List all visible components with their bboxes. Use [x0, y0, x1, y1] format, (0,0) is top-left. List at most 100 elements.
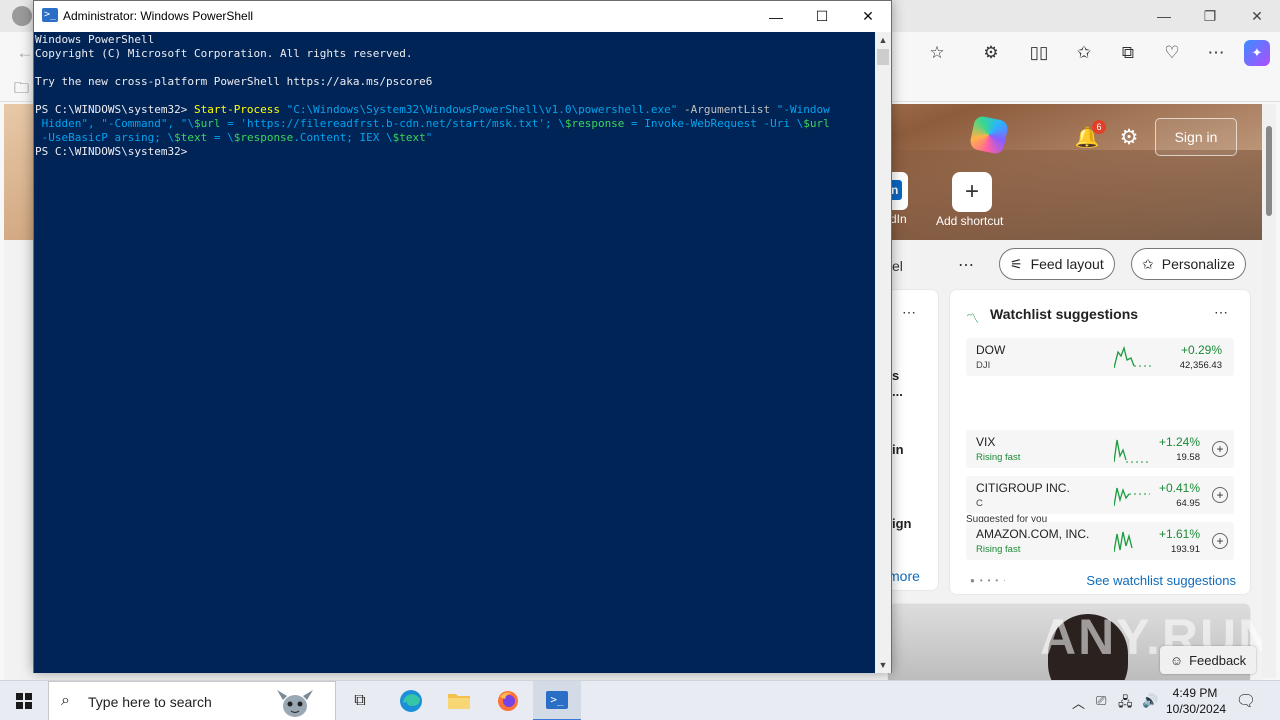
stock-subtitle: C: [976, 498, 983, 509]
console-output[interactable]: Windows PowerShell Copyright (C) Microsof…: [34, 32, 875, 673]
notification-count-badge: 6: [1092, 120, 1106, 134]
system-tray: ︿ ⎚ 🖧 🔊: [1066, 681, 1166, 720]
news-fragment: s: [892, 368, 900, 383]
stock-name: CITIGROUP INC.: [976, 481, 1070, 495]
maximize-button[interactable]: ☐: [799, 1, 845, 32]
taskbar-firefox-button[interactable]: [484, 681, 532, 720]
console-token: = Invoke-WebRequest -Uri \: [624, 117, 804, 130]
feed-layout-button[interactable]: ⚟ Feed layout: [999, 248, 1115, 280]
stock-price: 193.91: [1170, 544, 1200, 555]
feedback-label: Feedback: [1189, 652, 1247, 668]
news-fragment: ...: [892, 384, 903, 399]
taskbar-powershell-button[interactable]: >_: [533, 681, 581, 720]
console-token: ": [425, 131, 433, 144]
console-token: Try the new cross-platform PowerShell ht…: [35, 75, 433, 88]
feedback-icon: ☺: [1169, 652, 1184, 668]
console-token: Hidden", "-Command", "\: [35, 117, 194, 130]
console-token: $text: [174, 131, 208, 144]
desktop-screen: — ❐ ✕ ← ☆ ⚙ ▯▯ ✩ ⧉ ♡ ⋯ ✦ 🗀 🔔 6 ⚙ Sign in…: [0, 0, 1280, 720]
scroll-up-arrow-icon[interactable]: ▲: [875, 32, 891, 48]
stock-subtitle: Rising fast: [976, 544, 1021, 555]
extensions-icon[interactable]: ⚙: [978, 40, 1004, 66]
volume-icon[interactable]: 🔊: [1142, 693, 1158, 709]
console-line: PS C:\WINDOWS\system32> Start-Process "C…: [35, 103, 874, 117]
console-token: Windows PowerShell: [35, 33, 155, 46]
search-highlight-mascot-icon: [277, 690, 313, 717]
folder-icon: [448, 694, 470, 709]
sign-in-button[interactable]: Sign in: [1155, 118, 1237, 156]
feed-tab-label[interactable]: el: [892, 258, 903, 274]
taskbar-search-box[interactable]: ⌕ Type here to search: [48, 681, 336, 720]
feed-more-icon[interactable]: ⋯: [958, 255, 974, 275]
task-view-button[interactable]: ⧉: [336, 681, 384, 720]
stock-row-dow[interactable]: DOW DJI +0.29% 42,356.43: [966, 338, 1234, 376]
edge-close-button[interactable]: ✕: [1234, 0, 1280, 32]
watchlist-more-icon[interactable]: ⋯: [1214, 304, 1228, 321]
folder-icon[interactable]: 🗀: [14, 78, 29, 103]
notification-center-icon[interactable]: 🗨: [1232, 691, 1260, 711]
minimize-button[interactable]: —: [753, 1, 799, 32]
console-line: PS C:\WINDOWS\system32>: [35, 145, 874, 159]
favorite-star-icon[interactable]: ☆: [924, 40, 950, 66]
profile-avatar[interactable]: [12, 6, 32, 26]
feed-layout-label: Feed layout: [1030, 256, 1104, 272]
news-card-partial[interactable]: ⋯ s ... in ign more: [888, 290, 938, 590]
card-more-icon[interactable]: ⋯: [902, 304, 916, 321]
taskbar-file-explorer-button[interactable]: [435, 681, 483, 720]
console-token: Start-Process: [193, 103, 287, 116]
favorites-icon[interactable]: ✩: [1071, 40, 1097, 66]
watchlist-card: 〽 Watchlist suggestions ⋯ DOW DJI +0.29%…: [950, 290, 1250, 594]
console-token: = \: [207, 131, 234, 144]
scrollbar-thumb[interactable]: [1266, 126, 1272, 216]
console-token: PS C:\WINDOWS\system32>: [35, 145, 188, 158]
add-to-watchlist-button[interactable]: +: [1212, 533, 1228, 549]
add-to-watchlist-button[interactable]: +: [1212, 487, 1228, 503]
edge-restore-button[interactable]: ❐: [1187, 0, 1233, 32]
copilot-sidebar-icon[interactable]: ✦: [1244, 40, 1270, 66]
add-to-watchlist-button[interactable]: +: [1212, 441, 1228, 457]
collections-icon[interactable]: ⧉: [1115, 40, 1141, 66]
console-token: $url: [803, 117, 830, 130]
close-button[interactable]: ✕: [845, 1, 891, 32]
system-clock[interactable]: 4:49 PM 10/30/2024: [1166, 685, 1226, 717]
personalize-button[interactable]: ✩ Personalize: [1131, 248, 1246, 280]
see-watchlist-suggestions-link[interactable]: See watchlist suggestions: [1086, 573, 1236, 588]
more-menu-icon[interactable]: ⋯: [1203, 40, 1229, 66]
trend-icon: 〽: [966, 311, 980, 326]
edge-scrollbar[interactable]: [1262, 104, 1276, 678]
clock-time: 4:49 PM: [1172, 686, 1218, 700]
stock-row-citigroup[interactable]: CITIGROUP INC. C +0.41% 64.95 +: [966, 476, 1234, 514]
edge-minimize-button[interactable]: —: [1141, 0, 1187, 32]
personalize-label: Personalize: [1161, 256, 1235, 272]
feedback-button[interactable]: ☺ Feedback: [1160, 646, 1256, 674]
scroll-down-arrow-icon[interactable]: ▼: [875, 657, 891, 673]
carousel-dots[interactable]: ●•••·: [970, 576, 1011, 585]
console-token: Copyright (C) Microsoft Corporation. All…: [35, 47, 413, 60]
show-hidden-icons-chevron-icon[interactable]: ︿: [1072, 693, 1085, 712]
console-token: "C:\Windows\System32\WindowsPowerShell\v…: [286, 103, 678, 116]
see-more-link[interactable]: more: [888, 568, 920, 584]
stock-row-vix[interactable]: VIX Rising fast +1.24% 19.58 +: [966, 430, 1234, 468]
scrollbar-thumb[interactable]: [877, 49, 889, 65]
split-screen-icon[interactable]: ▯▯: [1026, 40, 1052, 66]
powershell-title-bar[interactable]: >_ Administrator: Windows PowerShell — ☐…: [34, 1, 891, 32]
console-scrollbar[interactable]: ▲ ▼: [875, 32, 891, 673]
console-token: -ArgumentList: [677, 103, 777, 116]
powershell-icon: >_: [546, 691, 568, 709]
add-shortcut-button[interactable]: +: [952, 172, 992, 212]
windows-logo-icon: [16, 693, 32, 709]
start-button[interactable]: [0, 681, 48, 720]
taskbar-edge-button[interactable]: [387, 681, 435, 720]
stock-row-amazon[interactable]: AMAZON.COM, INC. Rising fast +1.61% 193.…: [966, 522, 1234, 560]
console-line: Windows PowerShell: [35, 33, 874, 47]
network-icon[interactable]: 🖧: [1118, 693, 1133, 715]
browser-essentials-icon[interactable]: ♡: [1159, 40, 1185, 66]
star-edit-icon: ✩: [1142, 255, 1154, 272]
device-icon[interactable]: ⎚: [1096, 693, 1106, 709]
stock-price: 19.58: [1176, 452, 1200, 463]
console-token: -UseBasicP arsing; \: [35, 131, 175, 144]
settings-gear-icon[interactable]: ⚙: [1116, 124, 1142, 150]
sparkline-chart: [1114, 345, 1154, 369]
console-line: Copyright (C) Microsoft Corporation. All…: [35, 47, 874, 61]
